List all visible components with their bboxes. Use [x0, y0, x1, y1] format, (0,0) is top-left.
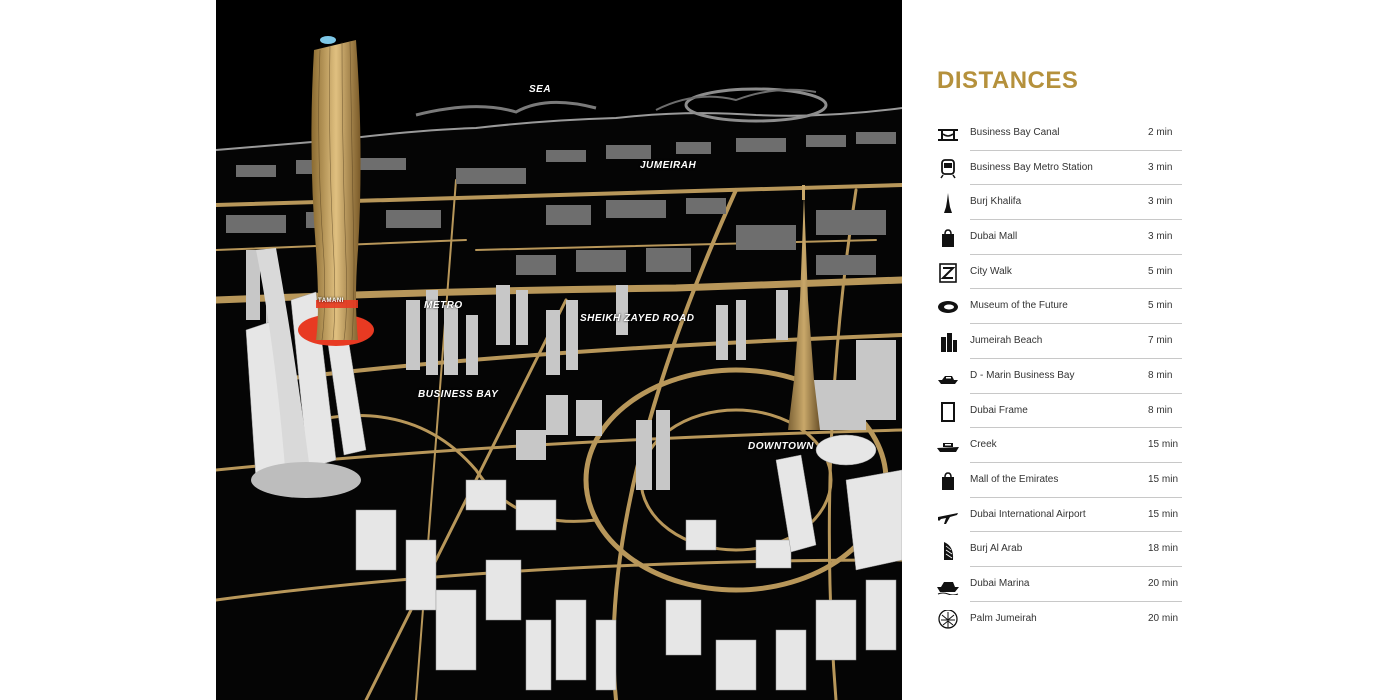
distance-row: Palm Jumeirah 20 min — [937, 602, 1182, 637]
palm-tree-icon — [937, 608, 959, 630]
ship-icon — [937, 575, 959, 596]
distance-row: Burj Al Arab 18 min — [937, 532, 1182, 567]
distance-place: D - Marin Business Bay — [970, 369, 1075, 381]
distance-place: Palm Jumeirah — [970, 612, 1037, 624]
museum-future-icon — [937, 297, 959, 317]
distance-row: D - Marin Business Bay 8 min — [937, 359, 1182, 394]
distance-time: 20 min — [1148, 612, 1179, 624]
distance-place: Dubai Marina — [970, 577, 1030, 589]
distance-time: 15 min — [1148, 508, 1179, 520]
distance-time: 3 min — [1148, 161, 1173, 173]
yacht-icon — [937, 367, 959, 387]
distance-place: Business Bay Canal — [970, 127, 1060, 138]
map-illustration — [216, 0, 902, 700]
distance-row: City Walk 5 min — [937, 255, 1182, 290]
distance-place: Burj Al Arab — [970, 543, 1023, 555]
buildings-icon — [937, 332, 959, 353]
distance-row: Dubai Mall 3 min — [937, 220, 1182, 255]
distance-row: Creek 15 min — [937, 428, 1182, 463]
distance-time: 5 min — [1148, 300, 1173, 312]
panel-title: DISTANCES — [937, 67, 1079, 94]
distances-panel: DISTANCES Business Bay Canal 2 min Busines… — [937, 0, 1197, 700]
distance-row: Burj Khalifa 3 min — [937, 185, 1182, 221]
bridge-icon — [937, 124, 959, 144]
shopping-bag-icon — [937, 228, 959, 248]
distance-time: 8 min — [1148, 369, 1173, 381]
distance-place: Dubai Mall — [970, 231, 1018, 243]
distance-place: Dubai International Airport — [970, 508, 1086, 520]
distance-time: 15 min — [1148, 439, 1179, 451]
shopping-bag-icon — [937, 471, 959, 491]
distance-time: 8 min — [1148, 404, 1173, 416]
distance-time: 15 min — [1148, 473, 1179, 485]
distance-time: 18 min — [1148, 543, 1179, 555]
distance-row: Dubai Marina 20 min — [937, 567, 1182, 602]
distance-time: 3 min — [1148, 231, 1173, 243]
distance-place: Dubai Frame — [970, 404, 1028, 416]
distance-place: Business Bay Metro Station — [970, 161, 1093, 173]
city-walk-icon — [937, 262, 959, 283]
label-jumeirah: JUMEIRAH — [640, 160, 697, 171]
distance-place: City Walk — [970, 265, 1012, 277]
tower-sign: TAMANI — [318, 298, 344, 304]
distance-time: 2 min — [1148, 127, 1173, 138]
airplane-icon — [937, 506, 959, 526]
distance-row: Business Bay Canal 2 min — [937, 116, 1182, 151]
distance-list: Business Bay Canal 2 min Business Bay Metr… — [937, 116, 1182, 636]
distance-place: Museum of the Future — [970, 300, 1068, 312]
distance-row: Jumeirah Beach 7 min — [937, 324, 1182, 359]
metro-train-icon — [937, 158, 959, 179]
frame-icon — [937, 401, 959, 422]
distance-place: Creek — [970, 439, 997, 451]
distance-row: Business Bay Metro Station 3 min — [937, 151, 1182, 186]
distance-row: Museum of the Future 5 min — [937, 289, 1182, 325]
label-business-bay: BUSINESS BAY — [418, 389, 499, 400]
distance-time: 20 min — [1148, 577, 1179, 589]
label-metro: METRO — [424, 300, 463, 311]
distance-time: 5 min — [1148, 265, 1173, 277]
label-sheikh-zayed-road: SHEIKH ZAYED ROAD — [580, 313, 695, 324]
distance-row: Mall of the Emirates 15 min — [937, 463, 1182, 498]
label-sea: SEA — [529, 84, 552, 95]
distance-row: Dubai Frame 8 min — [937, 394, 1182, 429]
burj-khalifa-icon — [937, 193, 959, 214]
distance-time: 7 min — [1148, 335, 1173, 347]
distance-place: Mall of the Emirates — [970, 473, 1059, 485]
city-map: SEA JUMEIRAH METRO SHEIKH ZAYED ROAD BUS… — [216, 0, 902, 700]
label-downtown: DOWNTOWN — [748, 441, 815, 452]
distance-row: Dubai International Airport 15 min — [937, 498, 1182, 533]
distance-time: 3 min — [1148, 196, 1173, 208]
boat-icon — [937, 436, 959, 456]
burj-al-arab-icon — [937, 540, 959, 561]
distance-place: Jumeirah Beach — [970, 335, 1043, 347]
distance-place: Burj Khalifa — [970, 196, 1022, 208]
